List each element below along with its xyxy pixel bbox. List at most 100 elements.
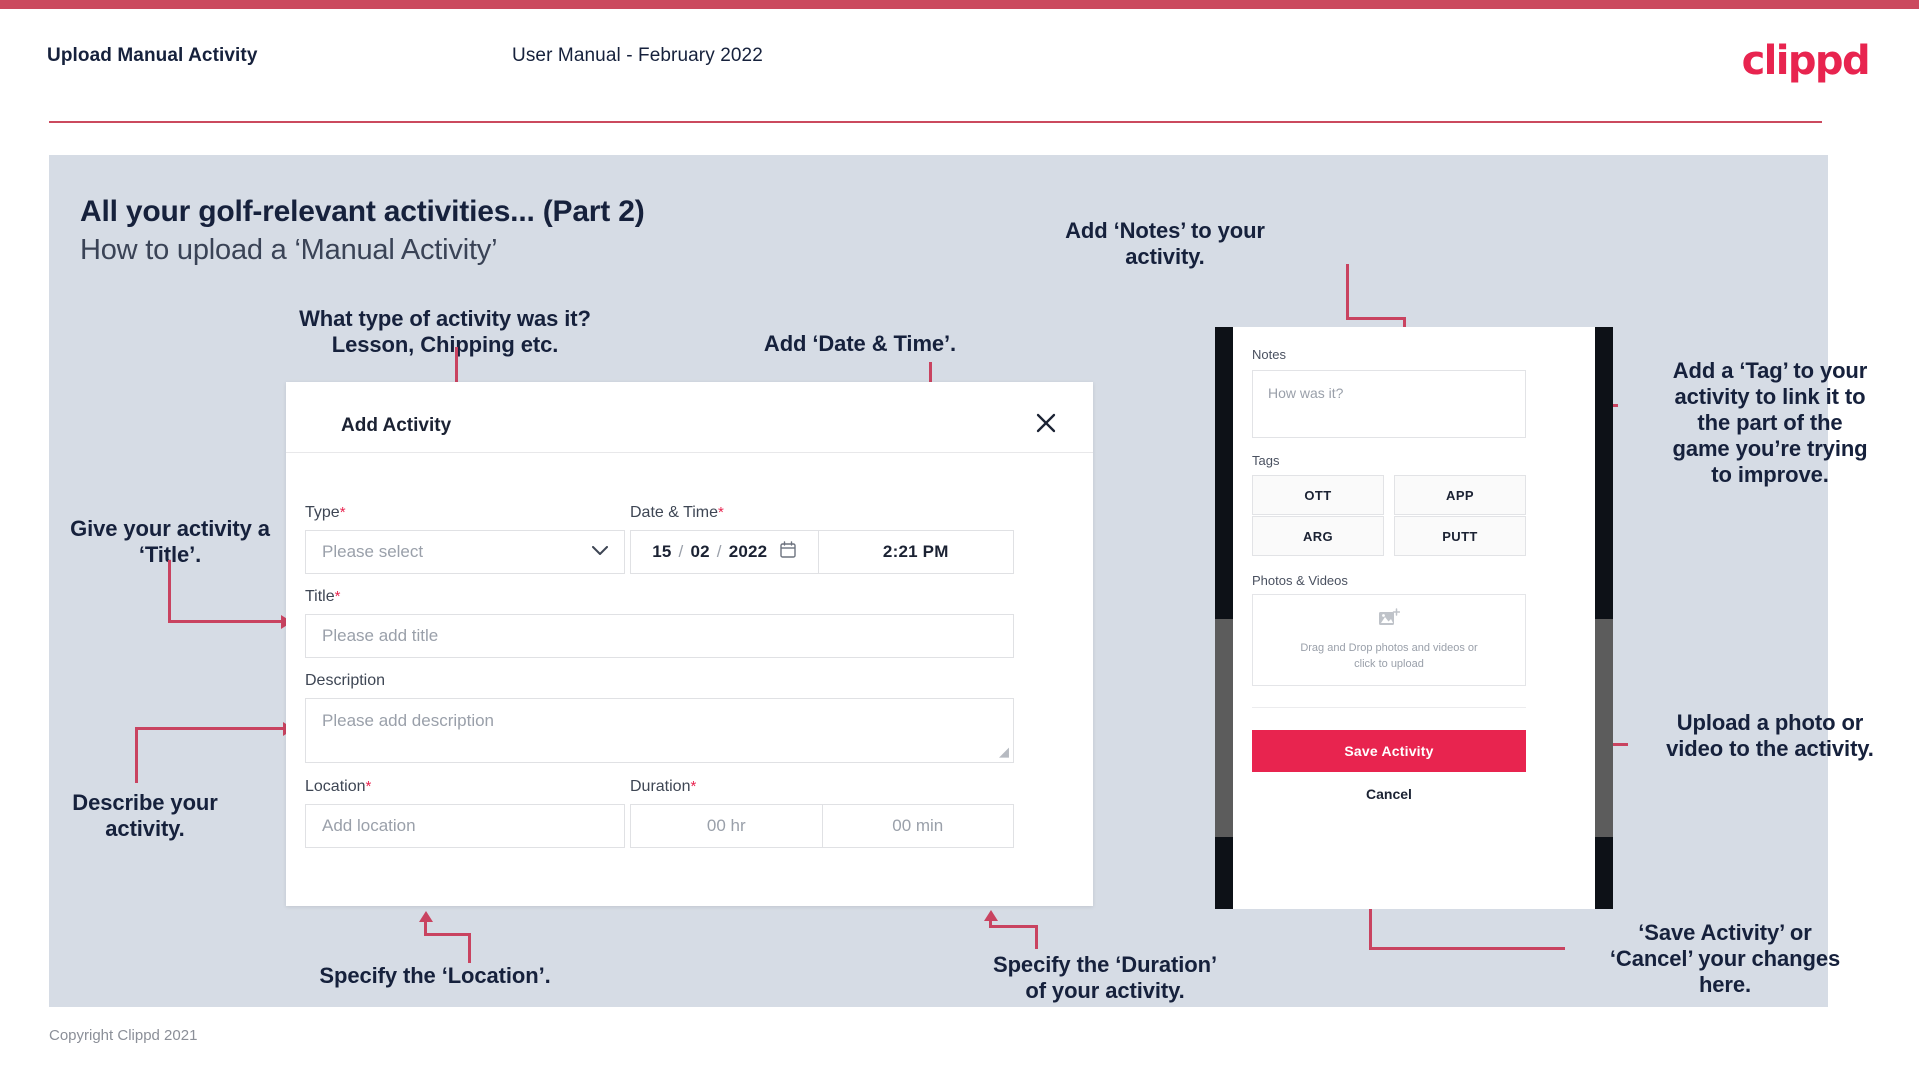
phone-mockup: Notes How was it? Tags OTT APP ARG PUTT … [1215,327,1613,909]
date-year: 2022 [728,542,768,561]
datetime-label: Date & Time* [630,504,724,522]
location-input[interactable]: Add location [305,804,625,848]
duration-required-mark: * [690,778,697,795]
connector-loc-v1 [424,922,427,935]
tag-ott[interactable]: OTT [1252,475,1384,515]
duration-label-text: Duration [630,778,691,795]
dropzone-line1: Drag and Drop photos and videos or [1300,641,1478,654]
photo-dropzone[interactable]: Drag and Drop photos and videos or click… [1252,594,1526,686]
date-day: 15 [652,542,672,561]
tag-app[interactable]: APP [1394,475,1526,515]
title-label-text: Title [305,588,335,605]
slide-root: Upload Manual Activity User Manual - Feb… [0,0,1919,1079]
slide-title-line2: How to upload a ‘Manual Activity’ [80,234,498,266]
location-label: Location* [305,778,371,796]
dropzone-line2: click to upload [1354,658,1424,670]
duration-field: 00 hr 00 min [630,804,1014,848]
annotation-upload: Upload a photo or video to the activity. [1666,710,1874,761]
annotation-type: What type of activity was it? Lesson, Ch… [299,306,591,357]
phone-screen: Notes How was it? Tags OTT APP ARG PUTT … [1233,327,1595,909]
connector-desc-v [135,727,138,783]
cancel-button[interactable]: Cancel [1252,786,1526,802]
close-icon[interactable] [1029,406,1063,440]
datetime-field: 15 / 02 / 2022 2:21 PM [630,530,1014,574]
connector-dur-h [989,925,1038,928]
connector-loc-h [424,933,471,936]
location-label-text: Location [305,778,366,795]
annotation-tags: Add a ‘Tag’ to your activity to link it … [1672,358,1868,487]
title-input[interactable]: Please add title [305,614,1014,658]
type-label-text: Type [305,504,340,521]
annotation-save: ‘Save Activity’ or ‘Cancel’ your changes… [1609,920,1841,997]
phone-button-right [1595,619,1613,837]
datetime-label-text: Date & Time [630,504,719,521]
clippd-logo: clippd [1741,38,1871,84]
notes-textarea[interactable] [1252,370,1526,438]
connector-title-h [168,620,283,623]
type-required-mark: * [339,504,346,521]
connector-title-v [168,560,171,623]
type-label: Type* [305,504,346,522]
chevron-down-icon [592,543,608,561]
description-textarea[interactable]: Please add description ◢ [305,698,1014,763]
phone-button-left [1215,619,1233,837]
header-center-title: User Manual - February 2022 [512,45,763,66]
save-activity-button[interactable]: Save Activity [1252,730,1526,772]
annotation-datetime: Add ‘Date & Time’. [763,331,957,356]
connector-dur-arrow [984,910,998,921]
annotation-location: Specify the ‘Location’. [319,963,551,988]
header-left-title: Upload Manual Activity [47,45,258,66]
type-select[interactable]: Please select [305,530,625,574]
duration-minutes-placeholder: 00 min [892,816,944,835]
dialog-title: Add Activity [341,415,452,436]
description-label-text: Description [305,672,386,689]
title-label: Title* [305,588,340,606]
dialog-divider [286,452,1093,453]
slide-title-line1: All your golf-relevant activities... (Pa… [80,195,645,228]
phone-divider [1252,707,1526,708]
connector-dur-v2 [1035,927,1038,949]
connector-loc-arrow [419,911,433,922]
description-label: Description [305,672,385,690]
time-value: 2:21 PM [882,542,949,561]
connector-loc-v2 [468,935,471,963]
calendar-icon[interactable] [780,541,797,563]
datetime-required-mark: * [718,504,724,521]
top-accent-bar [0,0,1919,9]
date-sep-1: / [678,542,684,561]
header-divider [49,121,1822,123]
date-sep-2: / [716,542,722,561]
notes-label: Notes [1252,347,1286,362]
annotation-description: Describe your activity. [72,790,218,841]
duration-minutes-input[interactable]: 00 min [823,805,1014,847]
date-month: 02 [690,542,710,561]
title-placeholder: Please add title [322,626,439,645]
photos-label: Photos & Videos [1252,573,1348,588]
connector-notes-v1 [1346,264,1349,320]
description-placeholder: Please add description [322,711,495,730]
resize-handle-icon[interactable]: ◢ [999,744,1009,760]
connector-desc-h [135,727,285,730]
tags-label: Tags [1252,453,1280,468]
connector-sv-h [1369,947,1565,950]
connector-notes-h [1346,317,1406,320]
tag-putt[interactable]: PUTT [1394,516,1526,556]
connector-dur-v1 [989,921,992,927]
location-required-mark: * [365,778,372,795]
add-photo-icon [1378,607,1401,633]
type-placeholder: Please select [322,542,424,561]
annotation-duration: Specify the ‘Duration’ of your activity. [993,952,1217,1003]
location-placeholder: Add location [322,816,416,835]
add-activity-dialog: Add Activity Type* Please select Date & … [286,382,1093,906]
tag-arg[interactable]: ARG [1252,516,1384,556]
date-input[interactable]: 15 / 02 / 2022 [631,531,818,573]
time-input[interactable]: 2:21 PM [819,531,1013,573]
duration-hours-input[interactable]: 00 hr [631,805,822,847]
dropzone-text: Drag and Drop photos and videos or click… [1300,640,1477,673]
annotation-notes: Add ‘Notes’ to your activity. [1065,218,1265,269]
notes-placeholder: How was it? [1268,385,1344,401]
copyright-footer: Copyright Clippd 2021 [49,1027,198,1044]
title-required-mark: * [334,588,341,605]
duration-label: Duration* [630,778,696,796]
duration-hours-placeholder: 00 hr [706,816,746,835]
